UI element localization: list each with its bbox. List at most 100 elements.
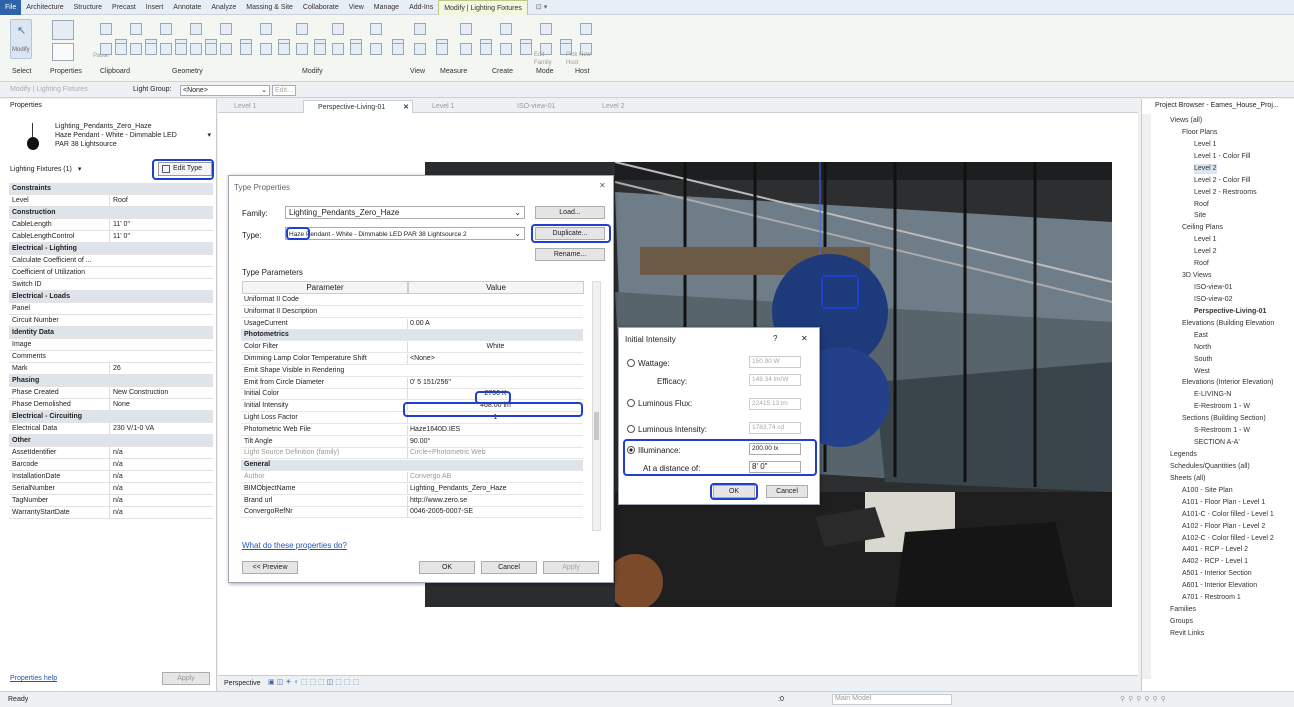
light-group-select[interactable]: <None> ⌄ [180,85,270,96]
browser-item[interactable]: Level 2 [1194,163,1217,174]
view-tab[interactable]: Perspective-Living-01 ✕ [303,100,413,113]
property-value[interactable]: Roof [109,195,209,206]
ribbon-tool-icon[interactable] [130,23,142,35]
ribbon-tool-icon[interactable] [190,43,202,55]
efficacy-field[interactable]: 148.34 lm/W [749,374,801,386]
browser-item[interactable]: Level 1 [1194,235,1217,245]
ribbon-tab[interactable]: Manage [369,0,404,15]
browser-item[interactable]: A100 - Site Plan [1182,486,1233,496]
ribbon-tab[interactable]: Insert [141,0,169,15]
property-row[interactable]: Electrical - Circuiting [9,411,213,423]
ribbon-tool-icon[interactable] [175,43,187,55]
browser-item[interactable]: 3D Views [1182,271,1211,281]
properties-tool[interactable] [52,43,74,61]
rename-button[interactable]: Rename... [535,248,605,261]
browser-item[interactable]: Level 2 [1194,247,1217,257]
browser-item[interactable]: West [1194,367,1210,377]
ribbon-tool-icon[interactable] [580,23,592,35]
browser-item[interactable]: Revit Links [1170,629,1204,639]
ribbon-tool-icon[interactable] [100,23,112,35]
cancel-button[interactable]: Cancel [766,485,808,498]
type-parameter-value[interactable]: <None> [407,354,581,364]
type-parameter-row[interactable]: Photometrics [241,330,583,342]
property-value[interactable]: 230 V/1-0 VA [109,423,209,434]
ribbon-tab[interactable]: Annotate [168,0,206,15]
view-tab[interactable]: Level 1 [220,100,300,113]
ribbon-tab[interactable]: View [344,0,369,15]
active-model-select[interactable]: Main Model [832,694,952,705]
ribbon-tab[interactable]: Precast [107,0,141,15]
ribbon-tool-icon[interactable] [480,43,492,55]
preview-button[interactable]: << Preview [242,561,298,574]
instance-filter[interactable]: Lighting Fixtures (1) ▾ [10,165,150,173]
browser-item[interactable]: S-Restroom 1 - W [1194,426,1250,436]
type-properties-tool[interactable] [52,20,74,40]
browser-item[interactable]: ISO-view-02 [1194,295,1233,305]
browser-item[interactable]: Site [1194,211,1206,221]
property-value[interactable]: 11' 0" [109,231,209,242]
help-icon[interactable]: ? [773,334,777,343]
ribbon-tool-icon[interactable] [332,43,344,55]
wattage-field[interactable]: 150.90 W [749,356,801,368]
browser-item[interactable]: Elevations (Interior Elevation) [1182,378,1273,388]
load-button[interactable]: Load... [535,206,605,219]
ribbon-tool-icon[interactable] [100,43,112,55]
browser-item[interactable]: Sheets (all) [1170,474,1205,484]
ribbon-tab[interactable]: Collaborate [298,0,344,15]
project-browser-scrollbar[interactable] [1142,114,1151,679]
ribbon-tab[interactable]: Modify | Lighting Fixtures [438,0,528,15]
property-value[interactable]: n/a [109,507,209,518]
ribbon-tab[interactable]: Analyze [206,0,241,15]
ribbon-tool-icon[interactable] [314,43,326,55]
browser-item[interactable]: ISO-view-01 [1194,283,1233,293]
ribbon-tool-icon[interactable] [500,43,512,55]
ribbon-tool-icon[interactable] [220,23,232,35]
ribbon-tool-icon[interactable] [392,43,404,55]
ribbon-tool-icon[interactable] [115,43,127,55]
view-tab[interactable]: ISO-view-01 [503,100,583,113]
property-row[interactable]: Construction [9,207,213,219]
ribbon-tool-icon[interactable] [460,23,472,35]
ribbon-tool-icon[interactable] [296,23,308,35]
browser-item[interactable]: A101 - Floor Plan - Level 1 [1182,498,1265,508]
browser-item[interactable]: A701 - Restroom 1 [1182,593,1241,603]
view-tab[interactable]: Level 1 [418,100,498,113]
property-value[interactable]: n/a [109,471,209,482]
browser-item[interactable]: Sections (Building Section) [1182,414,1266,424]
ribbon-tool-icon[interactable] [500,23,512,35]
pick-host-label[interactable]: Pick New Host [566,51,594,67]
apply-button[interactable]: Apply [543,561,599,574]
view-tab[interactable]: Level 2 [588,100,668,113]
browser-item[interactable]: Perspective-Living-01 [1194,307,1266,317]
browser-item[interactable]: SECTION A-A' [1194,438,1240,448]
property-row[interactable]: Electrical - Loads [9,291,213,303]
type-parameter-value[interactable]: White [407,342,581,353]
ribbon-tab[interactable]: Add-Ins [404,0,438,15]
extra-tab-icon[interactable]: ⊡ ▾ [536,3,547,11]
type-parameter-value[interactable]: Haze1640D.IES [407,424,581,435]
selection-filter-icons[interactable]: ⚲⚲⚲⚲⚲⚲ [1120,695,1169,703]
browser-item[interactable]: Legends [1170,450,1197,460]
browser-item[interactable]: A401 - RCP - Level 2 [1182,545,1248,555]
properties-apply-button[interactable]: Apply [162,672,210,685]
ribbon-tool-icon[interactable] [260,23,272,35]
ribbon-tool-icon[interactable] [145,43,157,55]
ribbon-tool-icon[interactable] [350,43,362,55]
ribbon-tool-icon[interactable] [160,23,172,35]
ribbon-tool-icon[interactable] [160,43,172,55]
ribbon-tool-icon[interactable] [414,23,426,35]
ribbon-tool-icon[interactable] [190,23,202,35]
ribbon-tool-icon[interactable] [130,43,142,55]
ribbon-tab[interactable]: Massing & Site [241,0,298,15]
ribbon-tab[interactable]: Architecture [21,0,68,15]
type-parameter-row[interactable]: General [241,460,583,472]
edit-family-label[interactable]: Edit Family [534,51,554,67]
ribbon-tool-icon[interactable] [414,43,426,55]
property-value[interactable]: n/a [109,447,209,458]
ribbon-tool-icon[interactable] [370,23,382,35]
ribbon-tool-icon[interactable] [296,43,308,55]
scroll-thumb[interactable] [594,412,599,440]
browser-item[interactable]: Floor Plans [1182,128,1217,138]
ribbon-tool-icon[interactable] [460,43,472,55]
property-value[interactable]: n/a [109,483,209,494]
